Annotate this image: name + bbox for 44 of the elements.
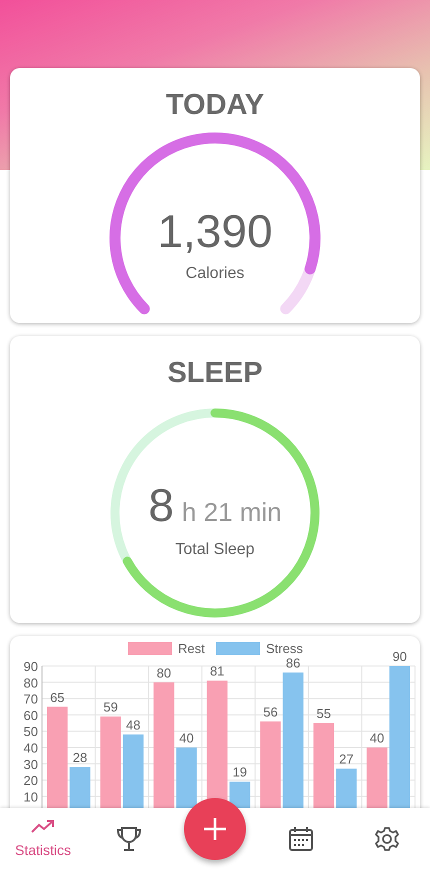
value-label: 28 [72,750,88,766]
value-label: 19 [232,764,248,780]
card-title: TODAY [164,88,266,123]
trophy-icon [116,825,142,853]
y-tick-label: 80 [24,675,38,690]
nav-tab[interactable] [288,826,314,852]
value-label: 56 [263,704,278,720]
value-label: 40 [179,730,194,746]
legend-label: Stress [266,641,303,656]
add-button[interactable] [184,798,246,860]
legend-label: Rest [178,641,205,656]
legend-swatch [216,642,260,655]
y-tick-label: 20 [24,773,38,788]
sleep-minutes: h 21 min [182,496,282,528]
value-label: 59 [103,700,118,715]
sleep-label: Total Sleep [175,540,255,558]
plus-icon [202,816,228,842]
card-title: SLEEP [166,356,264,391]
value-label: 40 [370,730,384,746]
nav-tab[interactable]: Statistics [14,818,71,860]
y-tick-label: 90 [24,659,38,674]
value-label: 86 [286,656,300,671]
value-label: 55 [316,706,331,722]
y-tick-label: 50 [24,724,38,740]
value-label: 48 [126,717,140,732]
y-tick-label: 30 [24,756,38,772]
calories-label: Calories [186,264,244,282]
legend-swatch [128,642,172,655]
calendar-icon [288,826,314,852]
value-label: 81 [210,664,224,679]
y-tick-label: 60 [24,708,38,723]
sleep-hours: 8 [148,482,174,528]
value-label: 27 [339,752,354,767]
nav-tab[interactable] [116,825,142,853]
value-label: 65 [50,690,65,705]
trend-icon [30,818,56,834]
value-label: 90 [392,649,407,664]
nav-tab[interactable] [374,826,400,852]
y-tick-label: 70 [24,692,38,707]
calorie-count: 1,390 [157,204,273,256]
settings-icon [374,826,400,852]
value-label: 80 [156,665,172,680]
y-tick-label: 40 [24,740,38,756]
y-tick-label: 10 [24,789,38,804]
